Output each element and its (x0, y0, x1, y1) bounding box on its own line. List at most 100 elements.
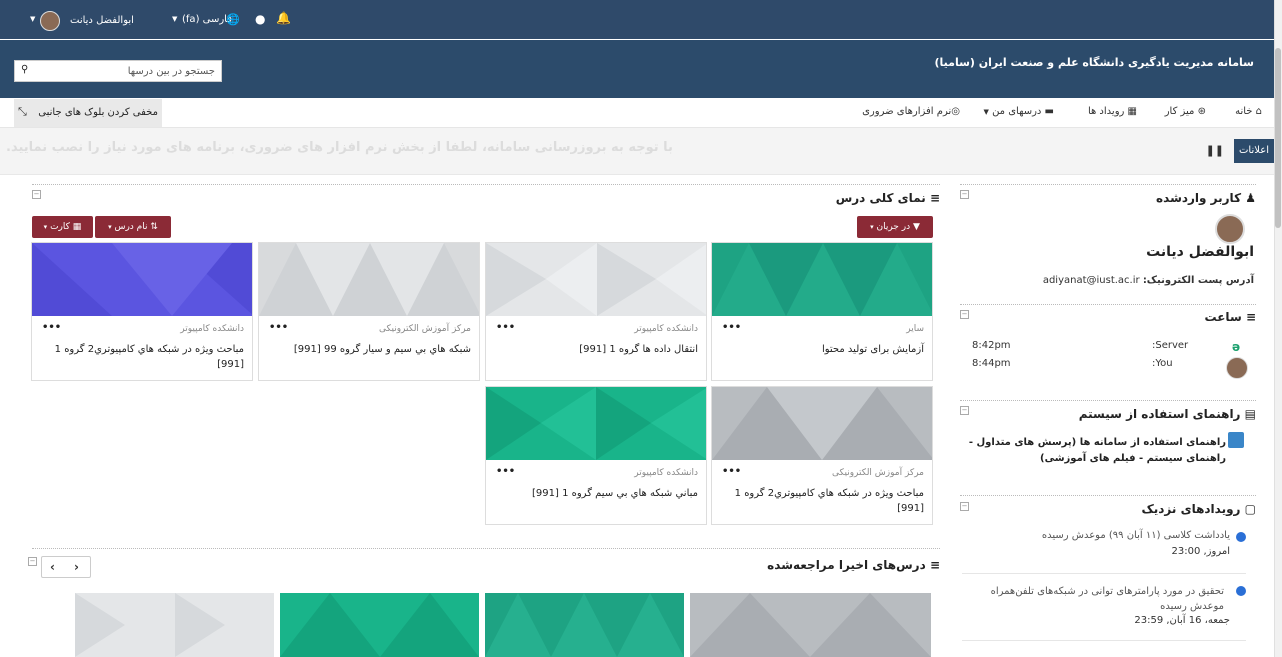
course-image (259, 243, 479, 316)
course-image (712, 243, 932, 316)
event-time: جمعه، 16 آبان, 23:59 (1134, 615, 1230, 626)
course-image (486, 387, 706, 460)
recent-title: ≡ درس‌های اخیرا مراجعه‌شده (767, 558, 940, 572)
view-button[interactable]: ▦ کارت ▾ (32, 216, 93, 238)
course-menu-button[interactable]: ••• (269, 322, 288, 333)
recent-course-image[interactable] (690, 593, 931, 657)
recent-title-label: درس‌های اخیرا مراجعه‌شده (767, 558, 926, 572)
event-icon (1236, 532, 1246, 542)
recent-course-image[interactable] (280, 593, 479, 657)
course-menu-button[interactable]: ••• (496, 466, 515, 477)
email-value: adiyanat@iust.ac.ir (1042, 275, 1140, 286)
scrollbar-thumb[interactable] (1275, 48, 1281, 228)
server-icon: ə (1232, 340, 1241, 354)
language-menu[interactable]: ▼ فارسی (fa) 🌐 (172, 13, 240, 28)
language-label: فارسی (fa) (182, 14, 233, 25)
course-name[interactable]: شبکه هاي بي سيم و سيار گروه 99 [991] (267, 342, 471, 357)
expand-icon: ⤡ (18, 105, 27, 118)
nav-software[interactable]: ◎نرم افزارهای ضروری (862, 106, 960, 117)
course-card[interactable]: مرکز آموزش الکترونیکی ••• شبکه هاي بي سي… (258, 242, 480, 381)
course-name[interactable]: مباني شبكه هاي بي سيم گروه 1 [991] (494, 486, 698, 501)
course-category: دانشکده کامپیوتر (180, 324, 244, 334)
home-icon: ⌂ (1255, 106, 1262, 117)
course-menu-button[interactable]: ••• (496, 322, 515, 333)
next-arrow-icon[interactable]: › (74, 560, 79, 574)
carousel-nav: ‹ › (41, 556, 91, 578)
chevron-down-icon: ▼ (30, 15, 36, 23)
course-card[interactable]: دانشکده کامپیوتر ••• مباني شبكه هاي بي س… (485, 386, 707, 525)
course-name[interactable]: مباحث ويژه در شبكه هاي كامپيوتري2 گروه 1… (40, 342, 244, 372)
nav-dashboard[interactable]: ⊛ میز کار (1165, 106, 1206, 117)
events-title: ▢ رویدادهای نزدیک (1141, 502, 1256, 516)
logged-in-title-label: کاربر واردشده (1156, 191, 1242, 205)
course-name[interactable]: آزمایش برای تولید محتوا (720, 342, 924, 357)
course-category: دانشکده کامپیوتر (634, 468, 698, 478)
collapse-block-icon[interactable]: − (28, 557, 37, 566)
sort-icon: ⇅ (150, 222, 158, 232)
nav-my-courses[interactable]: ▬ درسهای من ▼ (983, 106, 1054, 117)
course-card[interactable]: مرکز آموزش الکترونیکی ••• مباحث ويژه در … (711, 386, 933, 525)
filter-button[interactable]: ▼ در جریان ▾ (857, 216, 933, 238)
user-name: ابوالفضل دیانت (70, 15, 134, 26)
list-icon: ≡ (929, 191, 940, 205)
dashboard-icon: ⊛ (1197, 106, 1206, 117)
user-menu[interactable]: ▼ ابوالفضل دیانت (30, 11, 140, 31)
search-box[interactable]: ⚲ جستجو در بین درسها (14, 60, 222, 82)
nav-dashboard-label: میز کار (1164, 106, 1195, 117)
messages-icon[interactable]: ● (255, 12, 265, 26)
search-icon[interactable]: ⚲ (21, 64, 28, 75)
guide-icon (1228, 432, 1244, 448)
collapse-block-icon[interactable]: − (32, 190, 41, 199)
profile-name[interactable]: ابوالفضل دیانت (1146, 244, 1254, 260)
chevron-down-icon: ▼ (172, 15, 178, 23)
logged-in-title: ♟ کاربر واردشده (1156, 191, 1256, 205)
server-time: 8:42pm (972, 340, 1011, 351)
course-category: مرکز آموزش الکترونیکی (379, 324, 471, 334)
course-menu-button[interactable]: ••• (722, 466, 741, 477)
course-name[interactable]: انتقال داده ها گروه 1 [991] (494, 342, 698, 357)
nav-my-courses-label: درسهای من (992, 106, 1042, 117)
overview-title: ≡ نمای کلی درس (836, 191, 940, 205)
nav-events[interactable]: ▦ رویداد ها (1088, 106, 1137, 117)
course-card[interactable]: سایر ••• آزمایش برای تولید محتوا (711, 242, 933, 381)
collapse-block-icon[interactable]: − (960, 406, 969, 415)
grid-icon: ▦ (72, 222, 82, 232)
main-navbar (0, 98, 1274, 128)
list-icon: ≡ (929, 558, 940, 572)
collapse-block-icon[interactable]: − (960, 190, 969, 199)
calendar-icon: ▢ (1244, 502, 1256, 516)
chevron-down-icon: ▼ (983, 108, 989, 116)
course-menu-button[interactable]: ••• (42, 322, 61, 333)
hide-blocks-button[interactable]: ⤡ مخفی کردن بلوک های جانبی (14, 99, 162, 127)
collapse-block-icon[interactable]: − (960, 310, 969, 319)
search-input[interactable]: جستجو در بین درسها (128, 66, 215, 77)
event-title[interactable]: تحقیق در مورد پارامترهای توانی در شبکه‌ه… (968, 584, 1224, 614)
you-time: 8:44pm (972, 358, 1011, 369)
guide-link[interactable]: راهنمای استفاده از سامانه ها (پرسش های م… (962, 435, 1226, 467)
chevron-down-icon: ▾ (870, 223, 874, 231)
nav-home[interactable]: ⌂ خانه (1235, 106, 1262, 117)
course-menu-button[interactable]: ••• (722, 322, 741, 333)
lifebuoy-icon: ◎ (951, 106, 960, 117)
sort-button[interactable]: ⇅ نام درس ▾ (95, 216, 171, 238)
notifications-icon[interactable]: 🔔 (276, 11, 291, 25)
nav-home-label: خانه (1235, 106, 1253, 117)
filter-icon: ▼ (912, 222, 920, 232)
view-label: کارت (50, 222, 70, 232)
recent-course-image[interactable] (75, 593, 274, 657)
sort-label: نام درس (114, 222, 148, 232)
collapse-block-icon[interactable]: − (960, 502, 969, 511)
avatar[interactable] (1215, 214, 1245, 244)
event-title[interactable]: يادداشت كلاسی (۱۱ آبان ۹۹) موعدش رسیده (1042, 530, 1230, 541)
divider (32, 548, 940, 549)
pause-icon[interactable]: ❚❚ (1206, 144, 1224, 157)
course-image (712, 387, 932, 460)
course-card[interactable]: دانشکده کامپیوتر ••• انتقال داده ها گروه… (485, 242, 707, 381)
you-label: You: (1152, 358, 1173, 369)
course-card[interactable]: دانشکده کامپیوتر ••• مباحث ويژه در شبكه … (31, 242, 253, 381)
list-icon: ≡ (1245, 310, 1256, 324)
prev-arrow-icon[interactable]: ‹ (50, 560, 55, 574)
course-name[interactable]: مباحث ويژه در شبكه هاي كامپيوتري2 گروه 1… (720, 486, 924, 516)
recent-course-image[interactable] (485, 593, 684, 657)
filter-label: در جریان (876, 222, 911, 232)
